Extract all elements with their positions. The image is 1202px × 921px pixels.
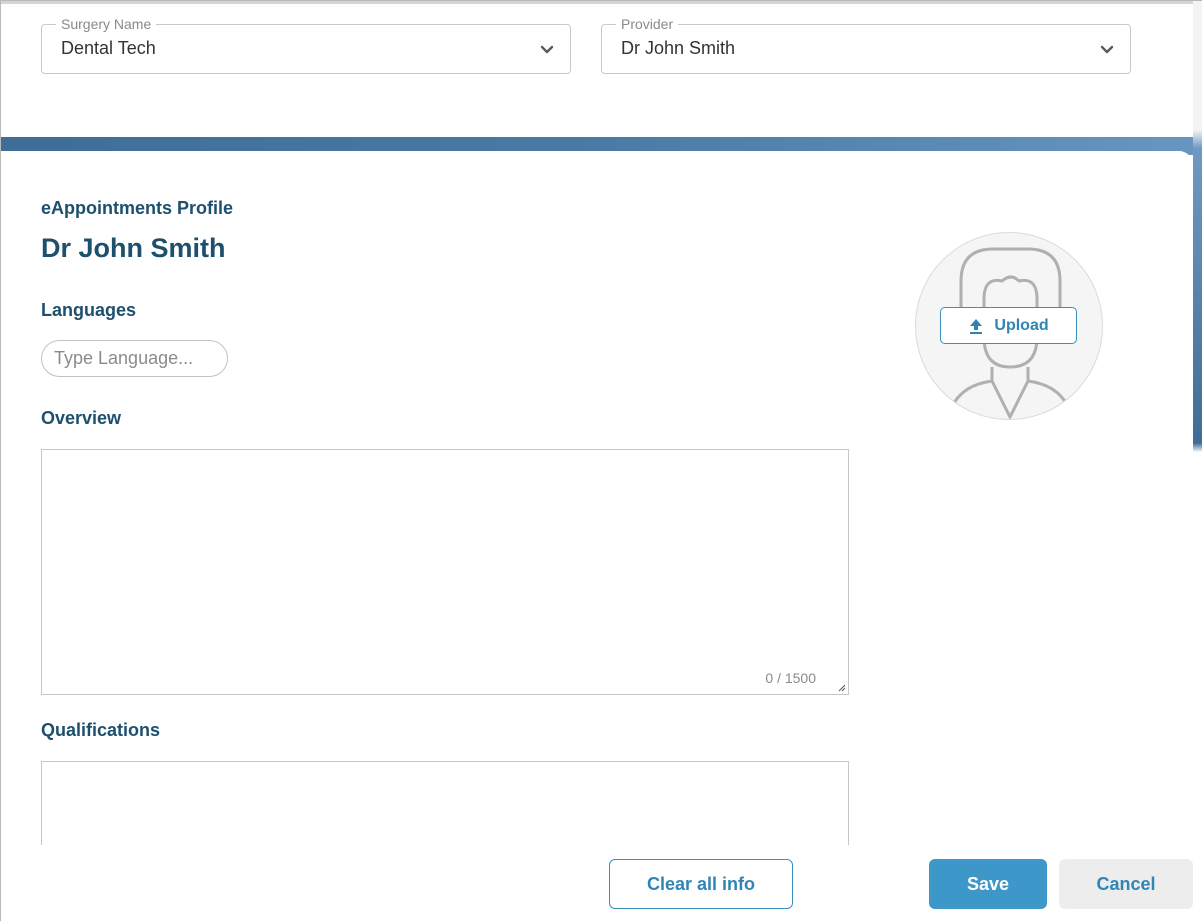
page-scrollbar[interactable] [1193, 1, 1202, 921]
chevron-down-icon [1100, 45, 1114, 54]
cancel-button[interactable]: Cancel [1059, 859, 1193, 909]
surgery-name-select[interactable]: Surgery Name Dental Tech [41, 16, 571, 74]
clear-all-button[interactable]: Clear all info [609, 859, 793, 909]
overview-label: Overview [41, 408, 122, 428]
provider-label: Provider [616, 16, 679, 32]
section-title: eAppointments Profile [41, 198, 234, 218]
overview-char-counter: 0 / 1500 [765, 670, 816, 686]
chevron-down-icon [540, 45, 554, 54]
surgery-name-value: Dental Tech [61, 38, 156, 58]
language-input[interactable] [41, 340, 228, 377]
upload-arrow-icon [970, 318, 983, 334]
surgery-name-label: Surgery Name [56, 16, 157, 32]
provider-name-heading: Dr John Smith [41, 233, 226, 263]
upload-photo-button[interactable]: Upload [940, 307, 1077, 344]
provider-select[interactable]: Provider Dr John Smith [601, 16, 1131, 74]
qualifications-label: Qualifications [41, 720, 161, 740]
provider-value: Dr John Smith [621, 38, 736, 58]
languages-label: Languages [41, 300, 137, 320]
save-button[interactable]: Save [929, 859, 1047, 909]
resize-handle-icon[interactable] [838, 684, 846, 692]
overview-textarea[interactable]: 0 / 1500 [41, 449, 849, 695]
filter-card: Surgery Name Dental Tech Provider Dr Joh… [1, 1, 1193, 137]
upload-label: Upload [994, 316, 1049, 334]
